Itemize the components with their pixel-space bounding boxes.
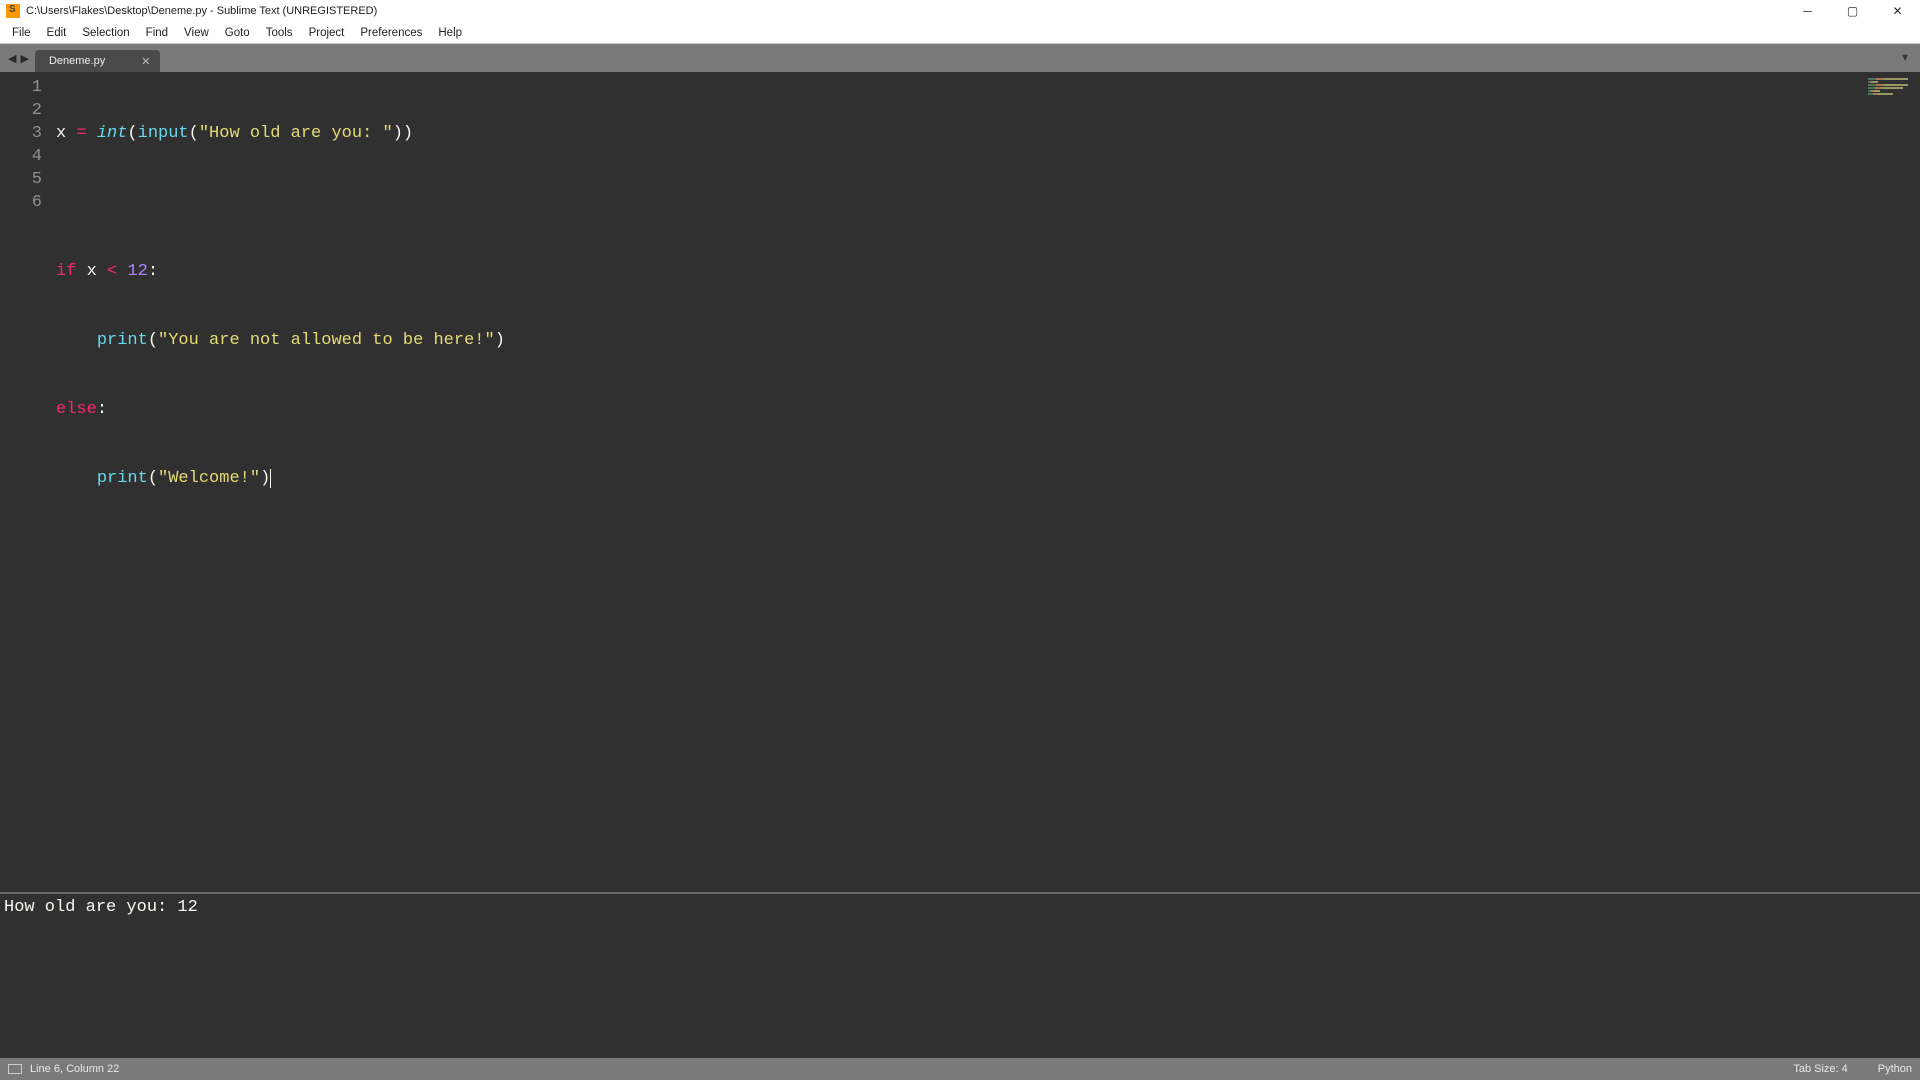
code-token: ) xyxy=(260,469,270,488)
menu-preferences[interactable]: Preferences xyxy=(352,25,430,41)
code-token: "You are not allowed to be here!" xyxy=(158,331,495,350)
menu-file[interactable]: File xyxy=(4,25,39,41)
output-text: How old are you: 12 xyxy=(4,898,198,917)
menu-find[interactable]: Find xyxy=(138,25,176,41)
code-token: ( xyxy=(189,124,199,143)
tab-nav-arrows[interactable]: ◀ ▶ xyxy=(2,44,35,72)
code-token: ( xyxy=(127,124,137,143)
code-token: ( xyxy=(148,469,158,488)
code-indent xyxy=(56,331,97,350)
menu-goto[interactable]: Goto xyxy=(217,25,258,41)
status-syntax[interactable]: Python xyxy=(1878,1063,1912,1075)
code-token: print xyxy=(97,331,148,350)
code-token: print xyxy=(97,469,148,488)
window-title: C:\Users\Flakes\Desktop\Deneme.py - Subl… xyxy=(26,5,377,17)
code-token: "How old are you: " xyxy=(199,124,393,143)
code-token: ) xyxy=(495,331,505,350)
code-token: "Welcome!" xyxy=(158,469,260,488)
code-line xyxy=(56,191,1790,214)
line-number: 5 xyxy=(0,168,42,191)
menu-selection[interactable]: Selection xyxy=(74,25,137,41)
line-number: 1 xyxy=(0,76,42,99)
line-number: 4 xyxy=(0,145,42,168)
line-number: 2 xyxy=(0,99,42,122)
app-icon xyxy=(6,4,20,18)
editor-area[interactable]: 1 2 3 4 5 6 x = int(input("How old are y… xyxy=(0,72,1920,892)
code-token: x xyxy=(56,124,76,143)
code-token: x xyxy=(76,262,107,281)
status-panel-icon[interactable] xyxy=(8,1064,22,1074)
menu-edit[interactable]: Edit xyxy=(39,25,75,41)
tab-label: Deneme.py xyxy=(49,55,105,67)
status-bar: Line 6, Column 22 Tab Size: 4 Python xyxy=(0,1058,1920,1080)
code-token: = xyxy=(76,124,96,143)
menu-bar: File Edit Selection Find View Goto Tools… xyxy=(0,22,1920,44)
build-output-panel[interactable]: How old are you: 12 xyxy=(0,894,1920,1058)
tab-bar: ◀ ▶ Deneme.py ✕ ▼ xyxy=(0,44,1920,72)
code-token: < xyxy=(107,262,117,281)
minimap-line xyxy=(1868,81,1878,83)
menu-view[interactable]: View xyxy=(176,25,217,41)
minimap-line xyxy=(1868,78,1908,80)
code-token: ( xyxy=(148,331,158,350)
code-token: 12 xyxy=(127,262,147,281)
status-tab-size[interactable]: Tab Size: 4 xyxy=(1793,1063,1847,1075)
text-cursor xyxy=(270,469,271,488)
code-token: )) xyxy=(393,124,413,143)
minimize-button[interactable]: ─ xyxy=(1785,0,1830,22)
code-content[interactable]: x = int(input("How old are you: ")) if x… xyxy=(56,72,1790,892)
close-button[interactable]: ✕ xyxy=(1875,0,1920,22)
code-token xyxy=(117,262,127,281)
status-position[interactable]: Line 6, Column 22 xyxy=(30,1063,119,1075)
nav-forward-icon[interactable]: ▶ xyxy=(20,52,28,65)
tab-close-icon[interactable]: ✕ xyxy=(141,55,150,68)
tab-active[interactable]: Deneme.py ✕ xyxy=(35,50,160,72)
window-titlebar: C:\Users\Flakes\Desktop\Deneme.py - Subl… xyxy=(0,0,1920,22)
code-indent xyxy=(56,469,97,488)
menu-tools[interactable]: Tools xyxy=(258,25,301,41)
code-token: else xyxy=(56,400,97,419)
menu-help[interactable]: Help xyxy=(430,25,470,41)
line-number: 6 xyxy=(0,191,42,214)
code-token: : xyxy=(97,400,107,419)
code-token: input xyxy=(138,124,189,143)
minimap-line xyxy=(1868,93,1893,95)
code-token: int xyxy=(97,124,128,143)
code-token: if xyxy=(56,262,76,281)
minimap[interactable] xyxy=(1790,72,1920,892)
nav-back-icon[interactable]: ◀ xyxy=(8,52,16,65)
minimap-line xyxy=(1868,87,1903,89)
menu-project[interactable]: Project xyxy=(301,25,353,41)
line-gutter: 1 2 3 4 5 6 xyxy=(0,72,56,892)
code-token: : xyxy=(148,262,158,281)
line-number: 3 xyxy=(0,122,42,145)
tab-dropdown-icon[interactable]: ▼ xyxy=(1900,53,1910,64)
minimap-line xyxy=(1868,84,1908,86)
minimap-line xyxy=(1868,90,1880,92)
maximize-button[interactable]: ▢ xyxy=(1830,0,1875,22)
